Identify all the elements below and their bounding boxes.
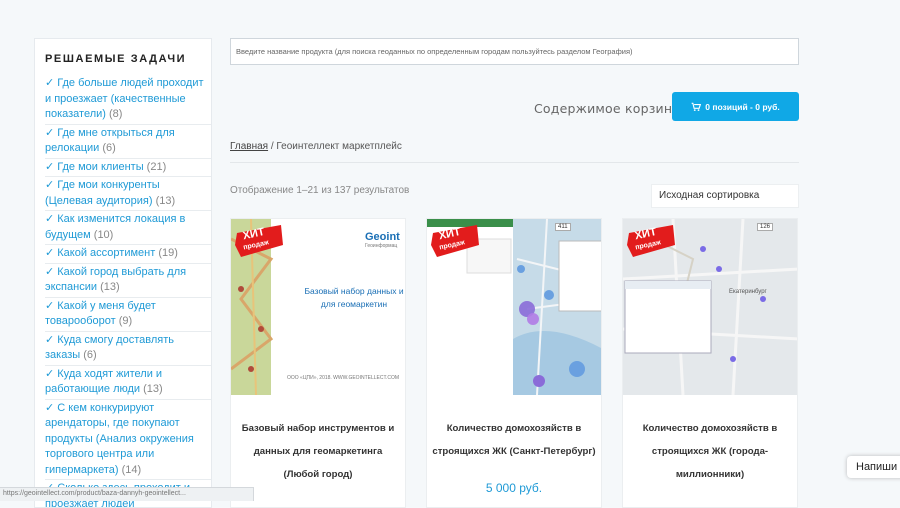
cart-button[interactable]: 0 позиций - 0 руб. xyxy=(672,92,799,121)
sidebar-tasks: РЕШАЕМЫЕ ЗАДАЧИ ✓ Где больше людей прохо… xyxy=(34,38,212,508)
map-counter: 126 xyxy=(757,223,774,231)
sidebar-task-link[interactable]: ✓ Куда смогу доставлять заказы xyxy=(45,334,174,362)
breadcrumb-home-link[interactable]: Главная xyxy=(230,141,268,152)
sidebar-task-count: (8) xyxy=(109,108,123,120)
results-count: Отображение 1–21 из 137 результатов xyxy=(230,185,410,196)
product-title[interactable]: Количество домохозяйств в строящихся ЖК … xyxy=(431,417,597,463)
thumb-text: Базовый набор данных и для геомаркетин xyxy=(304,286,404,309)
chat-widget-tab[interactable]: Напиши xyxy=(847,456,900,478)
sidebar-heading: РЕШАЕМЫЕ ЗАДАЧИ xyxy=(45,53,187,65)
sidebar-task-count: (10) xyxy=(93,228,114,241)
hit-badge: ХИТ продаж xyxy=(233,223,285,263)
hit-badge: ХИТ продаж xyxy=(429,223,481,263)
sidebar-task-item[interactable]: ✓ Где мои клиенты (21) xyxy=(45,159,211,177)
sidebar-task-count: (6) xyxy=(102,142,116,154)
sidebar-task-count: (13) xyxy=(143,383,163,395)
sidebar-task-link[interactable]: ✓ Где больше людей проходит и проезжает … xyxy=(45,77,204,120)
cart-icon xyxy=(691,102,702,111)
sidebar-task-count: (13) xyxy=(155,194,176,207)
map-city: Екатеринбург xyxy=(729,289,767,295)
sidebar-task-item[interactable]: ✓ Где мои конкуренты (Целевая аудитория)… xyxy=(45,177,211,211)
sidebar-task-count: (19) xyxy=(158,247,178,259)
product-card[interactable]: 411 ХИТ продаж Количество домохозяйств в… xyxy=(426,218,602,508)
product-title[interactable]: Базовый набор инструментов и данных для … xyxy=(235,417,401,486)
product-price: 5 000 руб. xyxy=(485,481,543,495)
search-input[interactable]: Введите название продукта (для поиска ге… xyxy=(230,38,799,65)
sidebar-task-item[interactable]: ✓ Какой у меня будет товарооборот (9) xyxy=(45,298,211,332)
sidebar-task-link[interactable]: ✓ Какой ассортимент xyxy=(45,247,155,259)
thumb-footer: ООО «ЦПИ», 2018. WWW.GEOINTELLECT.COM xyxy=(287,375,400,381)
sidebar-task-link[interactable]: ✓ С кем конкурируют арендаторы, где поку… xyxy=(45,402,194,476)
sidebar-task-link[interactable]: ✓ Как изменится локация в будущем xyxy=(45,213,185,241)
logo: Geoint Геоинформац xyxy=(365,231,400,249)
hit-badge: ХИТ продаж xyxy=(625,223,677,263)
divider xyxy=(230,162,799,163)
product-card[interactable]: 126 Екатеринбург ХИТ продаж Количество д… xyxy=(622,218,798,508)
cart-label: Содержимое корзины: xyxy=(534,101,687,116)
sidebar-task-count: (6) xyxy=(83,349,97,361)
task-list: ✓ Где больше людей проходит и проезжает … xyxy=(45,75,211,507)
sidebar-task-count: (14) xyxy=(121,463,142,476)
search-placeholder: Введите название продукта (для поиска ге… xyxy=(236,47,633,56)
product-card[interactable]: Geoint Геоинформац Базовый набор данных … xyxy=(230,218,406,508)
sort-select[interactable]: Исходная сортировка xyxy=(651,184,799,208)
sidebar-task-item[interactable]: ✓ Где мне открыться для релокации (6) xyxy=(45,125,211,159)
sidebar-task-item[interactable]: ✓ Какой ассортимент (19) xyxy=(45,245,211,264)
sidebar-task-count: (9) xyxy=(118,315,133,327)
status-bar-url: https://geointellect.com/product/baza-da… xyxy=(0,487,254,501)
sidebar-task-item[interactable]: ✓ Какой город выбрать для экспансии (13) xyxy=(45,264,211,298)
sidebar-task-item[interactable]: ✓ Куда ходят жители и работающие люди (1… xyxy=(45,366,211,400)
sidebar-task-item[interactable]: ✓ Куда смогу доставлять заказы (6) xyxy=(45,332,211,366)
sidebar-task-count: (21) xyxy=(146,160,167,173)
sidebar-task-link[interactable]: ✓ Какой у меня будет товарооборот xyxy=(45,300,156,328)
sidebar-task-item[interactable]: ✓ Где больше людей проходит и проезжает … xyxy=(45,75,211,125)
sidebar-task-link[interactable]: ✓ Где мои клиенты xyxy=(45,161,144,173)
sidebar-task-item[interactable]: ✓ С кем конкурируют арендаторы, где поку… xyxy=(45,400,211,480)
sidebar-task-count: (13) xyxy=(100,281,120,293)
sidebar-task-link[interactable]: ✓ Где мои конкуренты (Целевая аудитория) xyxy=(45,179,160,207)
breadcrumb-current: Геоинтеллект маркетплейс xyxy=(276,141,402,152)
cart-button-label: 0 позиций - 0 руб. xyxy=(705,101,780,112)
breadcrumb: Главная / Геоинтеллект маркетплейс xyxy=(230,141,402,152)
map-counter: 411 xyxy=(555,223,571,231)
product-title[interactable]: Количество домохозяйств в строящихся ЖК … xyxy=(627,417,793,486)
sidebar-task-item[interactable]: ✓ Как изменится локация в будущем (10) xyxy=(45,211,211,245)
